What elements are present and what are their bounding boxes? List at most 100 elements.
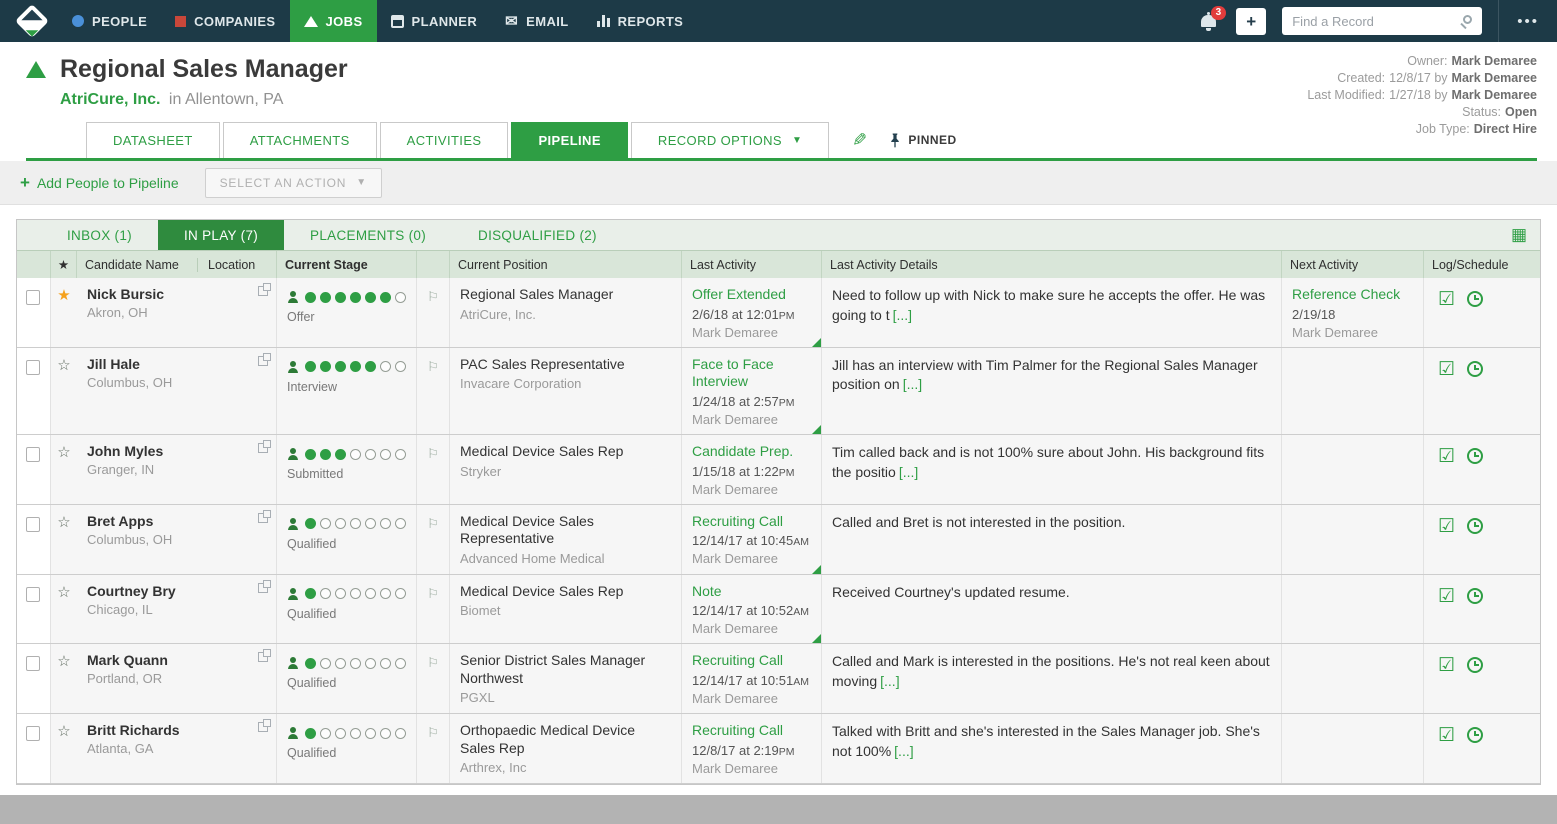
flag-icon[interactable]: ⚐ [427,360,439,428]
tab-activities[interactable]: ACTIVITIES [379,122,509,158]
stage-progress[interactable] [287,291,406,303]
tab-disqualified[interactable]: DISQUALIFIED (2) [452,220,623,250]
flag-icon[interactable]: ⚐ [427,290,439,341]
details-more-link[interactable]: [...] [880,673,899,689]
nav-planner[interactable]: PLANNER [377,0,492,42]
favorite-star-icon[interactable]: ☆ [57,654,70,713]
details-more-link[interactable]: [...] [894,743,913,759]
overflow-menu-button[interactable]: ••• [1498,0,1557,42]
schedule-clock-icon[interactable] [1467,291,1484,307]
open-record-icon[interactable] [258,579,271,593]
stage-dot [380,588,391,599]
nav-people[interactable]: PEOPLE [58,0,161,42]
last-activity-type[interactable]: Note [692,583,811,601]
schedule-clock-icon[interactable] [1467,517,1484,534]
favorite-star-icon[interactable]: ☆ [57,724,70,783]
next-activity-type[interactable]: Reference Check [1292,286,1413,304]
flag-icon[interactable]: ⚐ [427,656,439,707]
last-activity-type[interactable]: Recruiting Call [692,722,811,740]
app-logo[interactable] [8,0,56,42]
select-action-dropdown[interactable]: SELECT AN ACTION ▼ [204,167,382,198]
row-checkbox[interactable] [26,656,40,672]
flag-icon[interactable]: ⚐ [427,517,439,568]
stage-dot [365,657,376,669]
candidate-name[interactable]: Britt Richards [87,722,254,738]
position-title: Regional Sales Manager [460,286,614,302]
favorite-star-icon[interactable]: ★ [57,288,70,347]
tab-inbox[interactable]: INBOX (1) [41,220,158,250]
candidate-name[interactable]: Jill Hale [87,356,254,372]
log-activity-icon[interactable]: ☑ [1438,656,1455,675]
tab-attachments[interactable]: ATTACHMENTS [222,122,377,158]
candidate-name[interactable]: Mark Quann [87,652,254,668]
open-record-icon[interactable] [258,352,271,366]
last-activity-type[interactable]: Candidate Prep. [692,443,811,461]
stage-progress[interactable] [287,360,406,373]
schedule-clock-icon[interactable] [1467,727,1484,743]
tab-in-play[interactable]: IN PLAY (7) [157,220,285,250]
pinned-button[interactable]: PINNED [889,132,956,148]
row-checkbox[interactable] [26,447,40,462]
details-more-link[interactable]: [...] [893,307,912,323]
flag-icon[interactable]: ⚐ [427,726,439,777]
nav-jobs[interactable]: JOBS [289,0,377,42]
flag-icon[interactable]: ⚐ [427,587,439,638]
row-checkbox[interactable] [26,726,40,741]
stage-progress[interactable] [287,517,406,530]
nav-email[interactable]: ✉ EMAIL [491,0,582,42]
favorite-star-icon[interactable]: ☆ [57,515,70,574]
log-activity-icon[interactable]: ☑ [1438,587,1455,606]
search-input[interactable] [1282,7,1483,35]
candidate-name[interactable]: Bret Apps [87,513,254,529]
candidate-name[interactable]: John Myles [87,443,254,459]
company-link[interactable]: AtriCure, Inc. [60,91,160,108]
nav-reports[interactable]: REPORTS [583,0,698,42]
tab-record-options[interactable]: RECORD OPTIONS ▼ [630,122,830,158]
schedule-clock-icon[interactable] [1467,657,1484,674]
row-checkbox[interactable] [26,359,40,375]
open-record-icon[interactable] [258,283,271,296]
tab-placements[interactable]: PLACEMENTS (0) [284,220,452,250]
log-activity-icon[interactable]: ☑ [1438,360,1455,379]
stage-progress[interactable] [287,587,406,600]
favorite-star-icon[interactable]: ☆ [57,585,70,644]
candidate-name[interactable]: Courtney Bry [87,583,254,599]
open-record-icon[interactable] [258,509,271,523]
row-checkbox[interactable] [26,290,40,305]
notifications-button[interactable]: 3 [1201,6,1227,31]
schedule-clock-icon[interactable] [1467,587,1484,604]
tab-datasheet[interactable]: DATASHEET [86,122,220,158]
flag-icon[interactable]: ⚐ [427,447,439,498]
log-activity-icon[interactable]: ☑ [1438,290,1455,309]
schedule-clock-icon[interactable] [1467,448,1484,464]
open-record-icon[interactable] [258,649,271,663]
row-checkbox[interactable] [26,586,40,602]
pencil-icon[interactable]: ✎ [852,130,867,150]
last-activity-type[interactable]: Face to Face Interview [692,356,811,391]
log-activity-icon[interactable]: ☑ [1438,517,1455,536]
row-checkbox[interactable] [26,516,40,532]
favorite-star-icon[interactable]: ☆ [57,445,70,504]
stage-progress[interactable] [287,657,406,670]
open-record-icon[interactable] [258,719,271,732]
last-activity-type[interactable]: Recruiting Call [692,513,811,531]
last-activity-type[interactable]: Recruiting Call [692,652,811,670]
stage-progress[interactable] [287,448,406,460]
grid-view-icon[interactable]: ▦ [1498,220,1540,250]
last-activity-type[interactable]: Offer Extended [692,286,811,304]
details-more-link[interactable]: [...] [903,376,922,392]
nav-companies[interactable]: COMPANIES [161,0,289,42]
tab-pipeline[interactable]: PIPELINE [511,122,628,158]
quick-add-button[interactable]: + [1236,7,1267,35]
details-more-link[interactable]: [...] [899,464,918,480]
open-record-icon[interactable] [258,440,271,453]
col-header-last-activity-details: Last Activity Details [822,251,1282,278]
schedule-clock-icon[interactable] [1467,360,1484,377]
stage-progress[interactable] [287,727,406,739]
meta-label: Created: [1337,71,1386,85]
favorite-star-icon[interactable]: ☆ [57,358,70,434]
add-people-button[interactable]: + Add People to Pipeline [20,174,179,191]
log-activity-icon[interactable]: ☑ [1438,726,1455,745]
candidate-name[interactable]: Nick Bursic [87,286,254,302]
log-activity-icon[interactable]: ☑ [1438,447,1455,466]
